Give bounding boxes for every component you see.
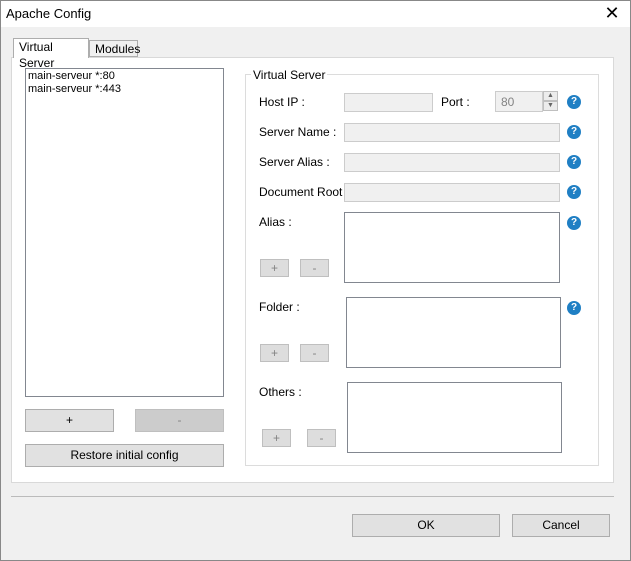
list-item[interactable]: main-serveur *:443 xyxy=(28,83,221,96)
server-list[interactable]: main-serveur *:80 main-serveur *:443 xyxy=(25,68,224,397)
folder-list[interactable] xyxy=(346,297,561,368)
add-others-button[interactable]: + xyxy=(262,429,291,447)
list-item[interactable]: main-serveur *:80 xyxy=(28,70,221,83)
help-icon[interactable]: ? xyxy=(567,95,581,109)
footer-separator xyxy=(11,496,614,497)
virtual-server-legend: Virtual Server xyxy=(251,68,328,82)
remove-others-button[interactable]: - xyxy=(307,429,336,447)
help-icon[interactable]: ? xyxy=(567,216,581,230)
port-field[interactable]: 80 xyxy=(495,91,543,112)
spin-down-icon[interactable]: ▼ xyxy=(543,101,558,111)
document-root-label: Document Root : xyxy=(259,185,350,199)
help-icon[interactable]: ? xyxy=(567,155,581,169)
cancel-button[interactable]: Cancel xyxy=(512,514,610,537)
title-bar: Apache Config ✕ xyxy=(1,1,630,27)
tab-modules[interactable]: Modules xyxy=(89,40,140,57)
spin-up-icon[interactable]: ▲ xyxy=(543,91,558,101)
port-label: Port : xyxy=(441,95,470,109)
alias-list[interactable] xyxy=(344,212,560,283)
server-name-label: Server Name : xyxy=(259,125,337,139)
add-folder-button[interactable]: + xyxy=(260,344,289,362)
folder-label: Folder : xyxy=(259,300,300,314)
restore-config-button[interactable]: Restore initial config xyxy=(25,444,224,467)
remove-alias-button[interactable]: - xyxy=(300,259,329,277)
window-title: Apache Config xyxy=(6,6,92,21)
remove-server-button[interactable]: - xyxy=(135,409,224,432)
remove-folder-button[interactable]: - xyxy=(300,344,329,362)
help-icon[interactable]: ? xyxy=(567,125,581,139)
tab-virtual-server[interactable]: Virtual Server xyxy=(13,38,89,70)
others-list[interactable] xyxy=(347,382,562,453)
alias-label: Alias : xyxy=(259,215,292,229)
help-icon[interactable]: ? xyxy=(567,301,581,315)
add-alias-button[interactable]: + xyxy=(260,259,289,277)
add-server-button[interactable]: + xyxy=(25,409,114,432)
host-ip-label: Host IP : xyxy=(259,95,305,109)
host-ip-field[interactable] xyxy=(344,93,433,112)
server-alias-field[interactable] xyxy=(344,153,560,172)
server-alias-label: Server Alias : xyxy=(259,155,330,169)
document-root-field[interactable] xyxy=(344,183,560,202)
others-label: Others : xyxy=(259,385,302,399)
server-name-field[interactable] xyxy=(344,123,560,142)
help-icon[interactable]: ? xyxy=(567,185,581,199)
ok-button[interactable]: OK xyxy=(352,514,500,537)
close-icon[interactable]: ✕ xyxy=(602,3,622,23)
